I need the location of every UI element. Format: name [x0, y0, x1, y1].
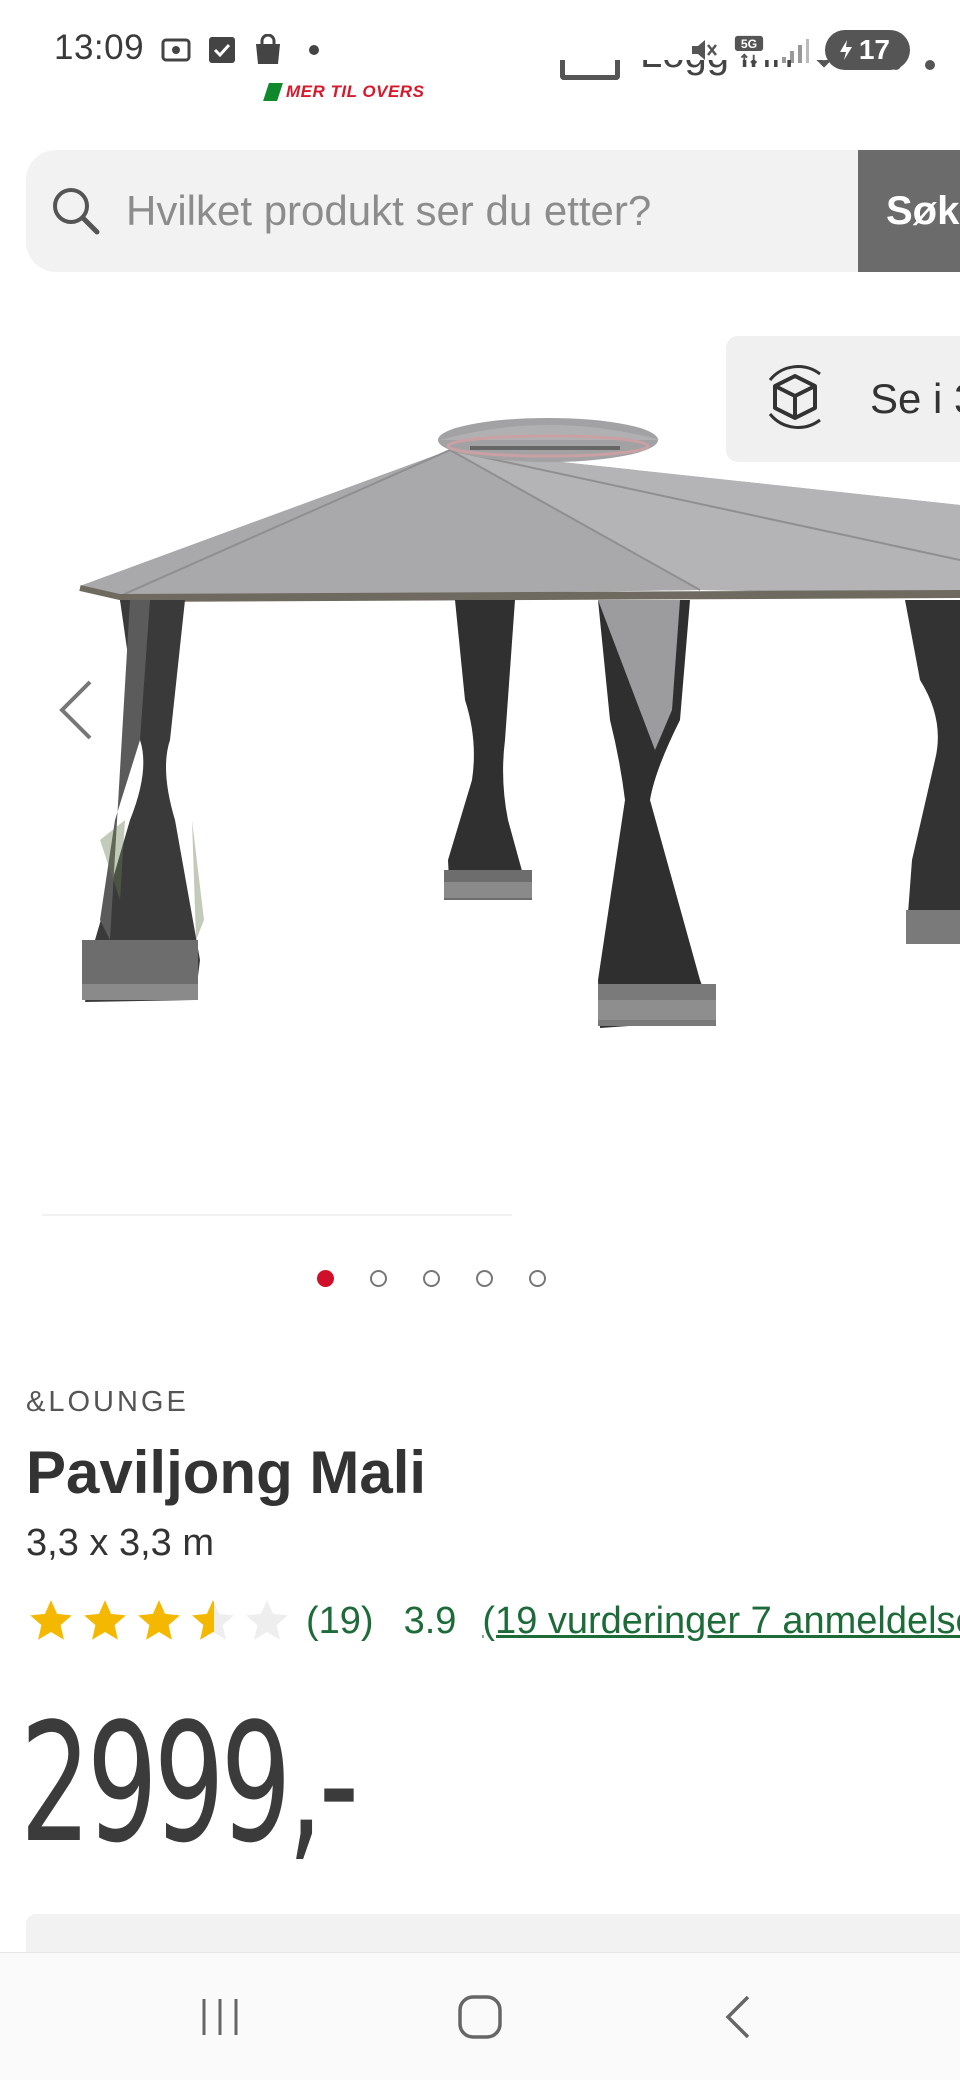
logo[interactable]: MER TIL OVERS: [263, 82, 425, 102]
chevron-down-icon: [808, 60, 841, 68]
home-button[interactable]: [435, 1977, 525, 2057]
star-empty-icon: [246, 1600, 288, 1640]
page-dot-4[interactable]: [475, 1270, 493, 1287]
logo-mark-icon: [263, 83, 283, 101]
site-header: MER TIL OVERS Logg inn: [0, 60, 960, 110]
svg-text:5G: 5G: [741, 37, 757, 51]
rating-stars[interactable]: [26, 1596, 292, 1646]
recent-apps-icon: [202, 1998, 238, 2035]
star-half-icon: [192, 1600, 234, 1640]
star-full-icon: [30, 1600, 72, 1640]
system-nav-bar: [0, 1952, 960, 2080]
product-title: Paviljong Mali: [26, 1439, 427, 1506]
back-icon: [725, 1995, 750, 2038]
more-menu-icon[interactable]: [891, 60, 936, 70]
page-dot-1[interactable]: [316, 1270, 334, 1287]
login-label: Logg inn: [640, 60, 793, 77]
star-full-icon: [84, 1600, 126, 1640]
rating-row: (19) 3.9 (19 vurderinger 7 anmeldelser): [26, 1596, 960, 1646]
page-dot-2[interactable]: [369, 1270, 387, 1287]
divider: [42, 1214, 512, 1216]
view-in-3d-button[interactable]: Se i 3D: [726, 336, 960, 462]
3d-cube-icon: [752, 354, 838, 445]
search-button[interactable]: Søk: [858, 150, 960, 272]
page-dot-5[interactable]: [528, 1270, 546, 1287]
home-icon: [458, 1994, 502, 2039]
star-full-icon: [138, 1600, 180, 1640]
gallery-pagination: [0, 1270, 960, 1287]
rating-score: 3.9: [403, 1599, 457, 1642]
recent-apps-button[interactable]: [175, 1977, 265, 2057]
search-bar: Søk: [26, 150, 960, 272]
next-section-card: [26, 1914, 960, 1954]
search-input[interactable]: [126, 150, 846, 272]
product-size: 3,3 x 3,3 m: [26, 1522, 214, 1564]
previous-image-button[interactable]: [50, 670, 100, 750]
view-in-3d-label: Se i 3D: [870, 375, 960, 422]
logo-tagline: MER TIL OVERS: [286, 82, 425, 101]
rating-count[interactable]: (19): [306, 1600, 374, 1643]
reviews-link[interactable]: (19 vurderinger 7 anmeldelser): [482, 1600, 960, 1643]
page-dot-3[interactable]: [422, 1270, 440, 1287]
product-price: 2999,-: [20, 1688, 359, 1879]
search-icon: [48, 183, 104, 239]
back-button[interactable]: [695, 1977, 785, 2057]
user-icon: [560, 60, 620, 80]
product-gallery[interactable]: Se i 3D: [0, 300, 960, 1240]
login-button[interactable]: Logg inn: [560, 60, 936, 80]
product-brand[interactable]: &LOUNGE: [26, 1386, 189, 1419]
